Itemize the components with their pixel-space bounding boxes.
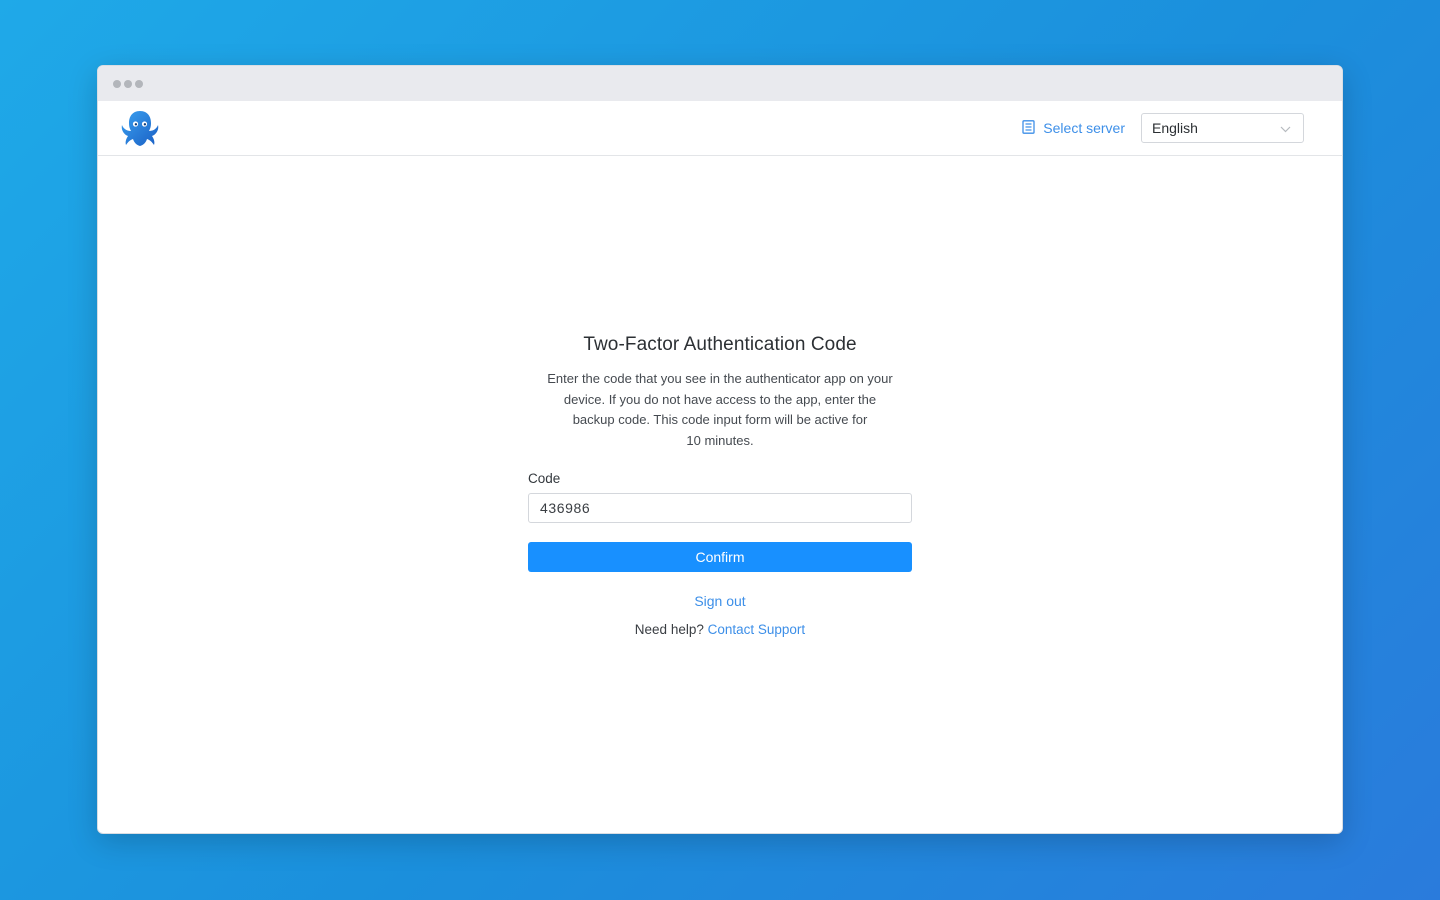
- description-line: Enter the code that you see in the authe…: [547, 371, 893, 386]
- server-icon: [1022, 119, 1035, 137]
- window-titlebar: [98, 66, 1342, 101]
- app-header: Select server English: [98, 101, 1342, 156]
- window-dot-icon: [124, 79, 132, 88]
- code-field-label: Code: [528, 471, 561, 486]
- octopus-logo-icon[interactable]: [120, 108, 162, 148]
- sign-out-link[interactable]: Sign out: [694, 593, 745, 609]
- description-line: device. If you do not have access to the…: [563, 391, 877, 407]
- two-factor-form: Two-Factor Authentication Code Enter the…: [528, 334, 912, 637]
- help-prompt: Need help?: [634, 622, 704, 637]
- select-server-link[interactable]: Select server: [1022, 119, 1125, 137]
- chevron-down-icon: [1280, 120, 1291, 136]
- browser-window: Select server English Two-Factor Authent…: [97, 65, 1343, 834]
- description-line: backup code. This code input form will b…: [572, 412, 868, 427]
- code-input[interactable]: [528, 493, 912, 523]
- header-actions: Select server English: [1022, 113, 1304, 143]
- confirm-button[interactable]: Confirm: [528, 542, 912, 572]
- window-dot-icon: [135, 79, 143, 88]
- description-line: 10 minutes.: [686, 432, 754, 448]
- auth-description: Enter the code that you see in the authe…: [528, 369, 912, 451]
- select-server-label: Select server: [1043, 120, 1125, 136]
- contact-support-link[interactable]: Contact Support: [708, 622, 806, 637]
- page-title: Two-Factor Authentication Code: [583, 334, 857, 355]
- language-select[interactable]: English: [1141, 113, 1304, 143]
- main-content: Two-Factor Authentication Code Enter the…: [98, 156, 1342, 833]
- language-selected-value: English: [1152, 120, 1198, 136]
- window-dot-icon: [113, 79, 121, 88]
- help-text: Need help? Contact Support: [528, 622, 912, 637]
